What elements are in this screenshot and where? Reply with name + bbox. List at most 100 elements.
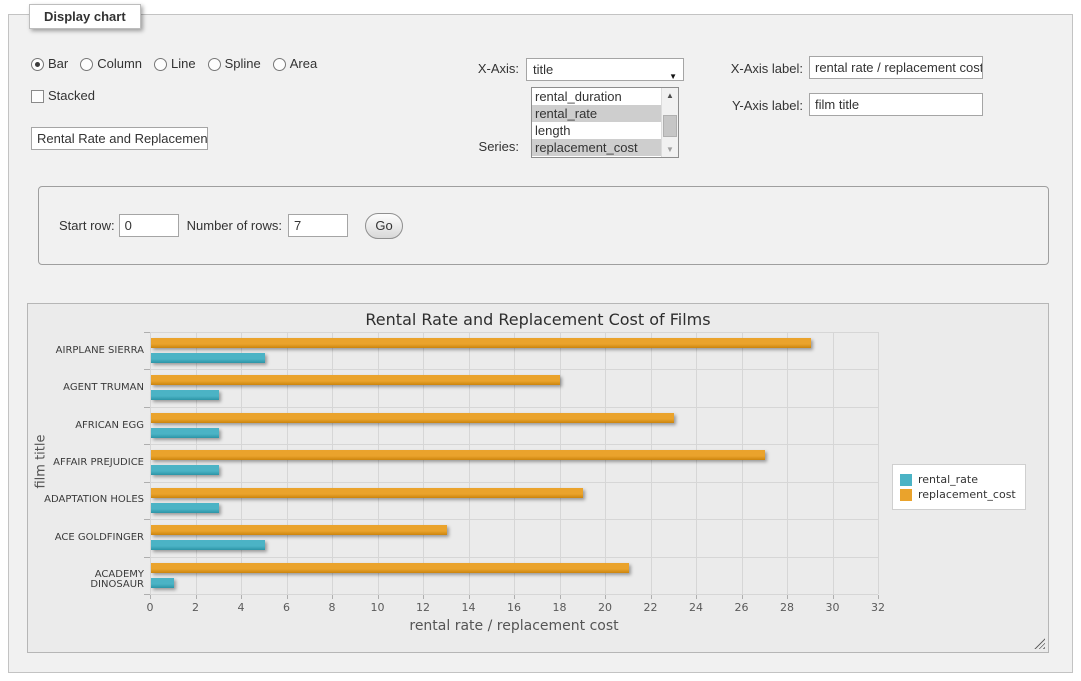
gridline-v xyxy=(241,332,242,594)
x-tick xyxy=(560,595,561,599)
y-tick xyxy=(144,407,150,408)
bar-rental_rate xyxy=(151,390,219,400)
gridline-h xyxy=(150,444,878,445)
scrollbar-thumb[interactable] xyxy=(663,115,677,137)
category-label: AFFAIR PREJUDICE xyxy=(38,458,144,468)
y-axis-label-input[interactable]: film title xyxy=(809,93,983,116)
series-option-rental_duration[interactable]: rental_duration xyxy=(532,88,661,105)
radio-label: Spline xyxy=(225,56,261,72)
x-axis-label-input[interactable]: rental rate / replacement cost xyxy=(809,56,983,79)
chart-type-radio-spline[interactable]: Spline xyxy=(208,56,261,72)
x-tick xyxy=(696,595,697,599)
radio-icon[interactable] xyxy=(273,58,286,71)
row-range-subpanel: Start row: 0 Number of rows: 7 Go xyxy=(38,186,1049,265)
bar-rental_rate xyxy=(151,428,219,438)
x-tick-label: 26 xyxy=(729,601,755,614)
series-option-replacement_cost[interactable]: replacement_cost xyxy=(532,139,661,156)
x-tick-label: 22 xyxy=(638,601,664,614)
legend-swatch-icon xyxy=(900,474,912,486)
category-label: AGENT TRUMAN xyxy=(38,383,144,393)
gridline-v xyxy=(196,332,197,594)
x-tick xyxy=(833,595,834,599)
gridline-v xyxy=(378,332,379,594)
radio-icon[interactable] xyxy=(80,58,93,71)
bar-rental_rate xyxy=(151,540,265,550)
chart-container: Rental Rate and Replacement Cost of Film… xyxy=(27,303,1049,653)
panel-legend: Display chart xyxy=(29,4,141,29)
bar-replacement_cost xyxy=(151,375,560,385)
x-tick xyxy=(469,595,470,599)
x-tick-label: 30 xyxy=(820,601,846,614)
chart-title-input[interactable]: Rental Rate and Replacement Cost of Film… xyxy=(31,127,208,150)
legend-item-rental_rate[interactable]: rental_rate xyxy=(900,473,1016,486)
bar-replacement_cost xyxy=(151,338,811,348)
gridline-v xyxy=(560,332,561,594)
x-axis-select[interactable]: title ▼ xyxy=(526,58,684,81)
gridline-v xyxy=(696,332,697,594)
stacked-checkbox[interactable] xyxy=(31,90,44,103)
start-row-input[interactable]: 0 xyxy=(119,214,179,237)
legend-item-replacement_cost[interactable]: replacement_cost xyxy=(900,488,1016,501)
x-tick xyxy=(742,595,743,599)
gridline-v xyxy=(332,332,333,594)
radio-icon[interactable] xyxy=(154,58,167,71)
gridline-v xyxy=(833,332,834,594)
y-tick xyxy=(144,369,150,370)
chart-title: Rental Rate and Replacement Cost of Film… xyxy=(28,310,1048,329)
x-tick-label: 14 xyxy=(456,601,482,614)
x-axis-title: rental rate / replacement cost xyxy=(150,618,878,634)
x-tick xyxy=(378,595,379,599)
legend-swatch-icon xyxy=(900,489,912,501)
plot-area xyxy=(150,332,878,594)
x-tick-label: 16 xyxy=(501,601,527,614)
series-listbox[interactable]: rental_durationrental_ratelengthreplacem… xyxy=(531,87,679,158)
listbox-scrollbar[interactable]: ▲ ▼ xyxy=(661,88,678,157)
bar-replacement_cost xyxy=(151,525,447,535)
bar-replacement_cost xyxy=(151,450,765,460)
x-tick xyxy=(287,595,288,599)
series-options: rental_durationrental_ratelengthreplacem… xyxy=(532,88,661,157)
category-label: AIRPLANE SIERRA xyxy=(38,346,144,356)
x-tick-label: 0 xyxy=(137,601,163,614)
gridline-v xyxy=(651,332,652,594)
x-tick-label: 10 xyxy=(365,601,391,614)
series-option-length[interactable]: length xyxy=(532,122,661,139)
y-tick xyxy=(144,594,150,595)
radio-icon[interactable] xyxy=(208,58,221,71)
gridline-h xyxy=(150,557,878,558)
gridline-h xyxy=(150,332,878,333)
category-label: AFRICAN EGG xyxy=(38,421,144,431)
go-button[interactable]: Go xyxy=(365,213,403,239)
x-tick xyxy=(878,595,879,599)
bar-replacement_cost xyxy=(151,413,674,423)
gridline-v xyxy=(605,332,606,594)
x-tick xyxy=(514,595,515,599)
radio-label: Area xyxy=(290,56,317,72)
gridline-v xyxy=(742,332,743,594)
series-option-rental_rate[interactable]: rental_rate xyxy=(532,105,661,122)
display-chart-panel: Display chart BarColumnLineSplineArea St… xyxy=(8,14,1073,673)
chart-type-radio-area[interactable]: Area xyxy=(273,56,317,72)
gridline-v xyxy=(469,332,470,594)
chart-type-radio-column[interactable]: Column xyxy=(80,56,142,72)
resize-handle-icon[interactable] xyxy=(1034,638,1045,649)
x-tick-label: 32 xyxy=(865,601,891,614)
series-select-label: Series: xyxy=(437,139,519,155)
bar-rental_rate xyxy=(151,578,174,588)
bar-replacement_cost xyxy=(151,488,583,498)
y-axis-label-label: Y-Axis label: xyxy=(691,98,803,114)
stacked-option[interactable]: Stacked xyxy=(31,88,95,104)
chart-type-radio-bar[interactable]: Bar xyxy=(31,56,68,72)
chart-type-radio-line[interactable]: Line xyxy=(154,56,196,72)
x-tick xyxy=(605,595,606,599)
y-axis-title: film title xyxy=(34,397,49,527)
category-label: ADAPTATION HOLES xyxy=(38,495,144,505)
y-tick xyxy=(144,519,150,520)
scroll-down-icon[interactable]: ▼ xyxy=(662,142,678,157)
x-tick-label: 20 xyxy=(592,601,618,614)
num-rows-input[interactable]: 7 xyxy=(288,214,348,237)
radio-icon[interactable] xyxy=(31,58,44,71)
x-tick xyxy=(651,595,652,599)
bar-rental_rate xyxy=(151,353,265,363)
scroll-up-icon[interactable]: ▲ xyxy=(662,88,678,103)
